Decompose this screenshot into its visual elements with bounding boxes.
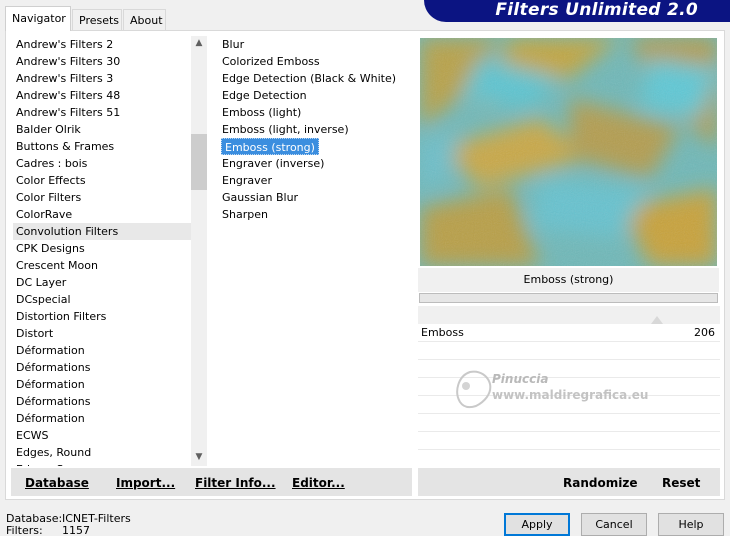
cancel-button[interactable]: Cancel bbox=[581, 513, 647, 536]
category-item[interactable]: Andrew's Filters 2 bbox=[13, 36, 191, 53]
filter-item[interactable]: Emboss (light, inverse) bbox=[219, 121, 411, 138]
category-list[interactable]: Andrew's Filters 2 Andrew's Filters 30 And… bbox=[13, 36, 191, 466]
filter-item[interactable]: Edge Detection bbox=[219, 87, 411, 104]
category-item[interactable]: Andrew's Filters 51 bbox=[13, 104, 191, 121]
randomize-button[interactable]: Randomize bbox=[563, 476, 637, 490]
category-item[interactable]: Edges, Round bbox=[13, 444, 191, 461]
watermark: Pinuccia www.maldiregrafica.eu bbox=[452, 362, 692, 422]
tab-presets[interactable]: Presets bbox=[72, 9, 122, 30]
category-item[interactable]: Déformation bbox=[13, 342, 191, 359]
category-item[interactable]: CPK Designs bbox=[13, 240, 191, 257]
right-toolbar: Randomize Reset bbox=[418, 468, 720, 496]
category-item[interactable]: Edges, Square bbox=[13, 461, 191, 466]
category-item[interactable]: Cadres : bois bbox=[13, 155, 191, 172]
category-item[interactable]: Buttons & Frames bbox=[13, 138, 191, 155]
filter-item[interactable]: Edge Detection (Black & White) bbox=[219, 70, 411, 87]
category-item[interactable]: Distortion Filters bbox=[13, 308, 191, 325]
filter-item[interactable]: Sharpen bbox=[219, 206, 411, 223]
slider-emboss-value: 206 bbox=[694, 326, 715, 339]
scroll-down-arrow-icon[interactable]: ▼ bbox=[191, 452, 207, 462]
filter-item[interactable]: Gaussian Blur bbox=[219, 189, 411, 206]
filter-info-button[interactable]: Filter Info... bbox=[195, 476, 276, 490]
progress-bar bbox=[419, 293, 718, 303]
category-scroll-thumb[interactable] bbox=[191, 134, 207, 190]
category-item[interactable]: Crescent Moon bbox=[13, 257, 191, 274]
scroll-up-arrow-icon[interactable]: ▲ bbox=[191, 38, 207, 48]
category-item[interactable]: Andrew's Filters 3 bbox=[13, 70, 191, 87]
preview-label: Emboss (strong) bbox=[418, 268, 719, 292]
category-item[interactable]: Convolution Filters bbox=[13, 223, 191, 240]
watermark-name: Pinuccia bbox=[492, 372, 549, 386]
slider-emboss-label: Emboss bbox=[421, 326, 464, 339]
category-item[interactable]: Distort bbox=[13, 325, 191, 342]
watermark-site: www.maldiregrafica.eu bbox=[492, 388, 649, 402]
category-item[interactable]: DCspecial bbox=[13, 291, 191, 308]
tab-about[interactable]: About bbox=[123, 9, 166, 30]
filter-item[interactable]: Blur bbox=[219, 36, 411, 53]
reset-button[interactable]: Reset bbox=[662, 476, 700, 490]
category-item[interactable]: Andrew's Filters 30 bbox=[13, 53, 191, 70]
category-item[interactable]: Déformations bbox=[13, 359, 191, 376]
category-item[interactable]: ECWS bbox=[13, 427, 191, 444]
slider-row-empty-7 bbox=[418, 450, 720, 466]
import-button[interactable]: Import... bbox=[116, 476, 175, 490]
parameter-header bbox=[418, 306, 720, 324]
database-button[interactable]: Database bbox=[25, 476, 89, 490]
help-button[interactable]: Help bbox=[658, 513, 724, 536]
filter-preview-image bbox=[420, 38, 717, 266]
slider-emboss[interactable]: Emboss 206 bbox=[418, 316, 720, 342]
filter-item-selected[interactable]: Emboss (strong) bbox=[221, 138, 319, 155]
slider-thumb-icon[interactable] bbox=[651, 316, 663, 324]
tab-navigator[interactable]: Navigator bbox=[5, 6, 71, 31]
editor-button[interactable]: Editor... bbox=[292, 476, 345, 490]
category-item[interactable]: Color Filters bbox=[13, 189, 191, 206]
category-item[interactable]: Andrew's Filters 48 bbox=[13, 87, 191, 104]
category-item[interactable]: Déformation bbox=[13, 376, 191, 393]
apply-button[interactable]: Apply bbox=[504, 513, 570, 536]
filters-status-label: Filters: bbox=[6, 524, 43, 536]
app-title: Filters Unlimited 2.0 bbox=[495, 0, 698, 20]
filter-item[interactable]: Engraver bbox=[219, 172, 411, 189]
slider-row-empty-1 bbox=[418, 342, 720, 360]
left-toolbar: Database Import... Filter Info... Editor… bbox=[11, 468, 412, 496]
filter-item[interactable]: Emboss (strong) bbox=[219, 138, 411, 155]
filters-status-value: 1157 bbox=[62, 524, 90, 536]
filter-item[interactable]: Engraver (inverse) bbox=[219, 155, 411, 172]
title-banner: Filters Unlimited 2.0 bbox=[424, 0, 730, 22]
category-item[interactable]: ColorRave bbox=[13, 206, 191, 223]
filter-list[interactable]: Blur Colorized Emboss Edge Detection (Blac… bbox=[219, 36, 411, 466]
category-scrollbar[interactable]: ▲ ▼ bbox=[191, 36, 207, 466]
filter-item[interactable]: Colorized Emboss bbox=[219, 53, 411, 70]
category-item[interactable]: Color Effects bbox=[13, 172, 191, 189]
filter-item[interactable]: Emboss (light) bbox=[219, 104, 411, 121]
category-item[interactable]: Balder Olrik bbox=[13, 121, 191, 138]
slider-row-empty-6 bbox=[418, 432, 720, 450]
category-item[interactable]: Déformation bbox=[13, 410, 191, 427]
category-item[interactable]: DC Layer bbox=[13, 274, 191, 291]
category-item[interactable]: Déformations bbox=[13, 393, 191, 410]
